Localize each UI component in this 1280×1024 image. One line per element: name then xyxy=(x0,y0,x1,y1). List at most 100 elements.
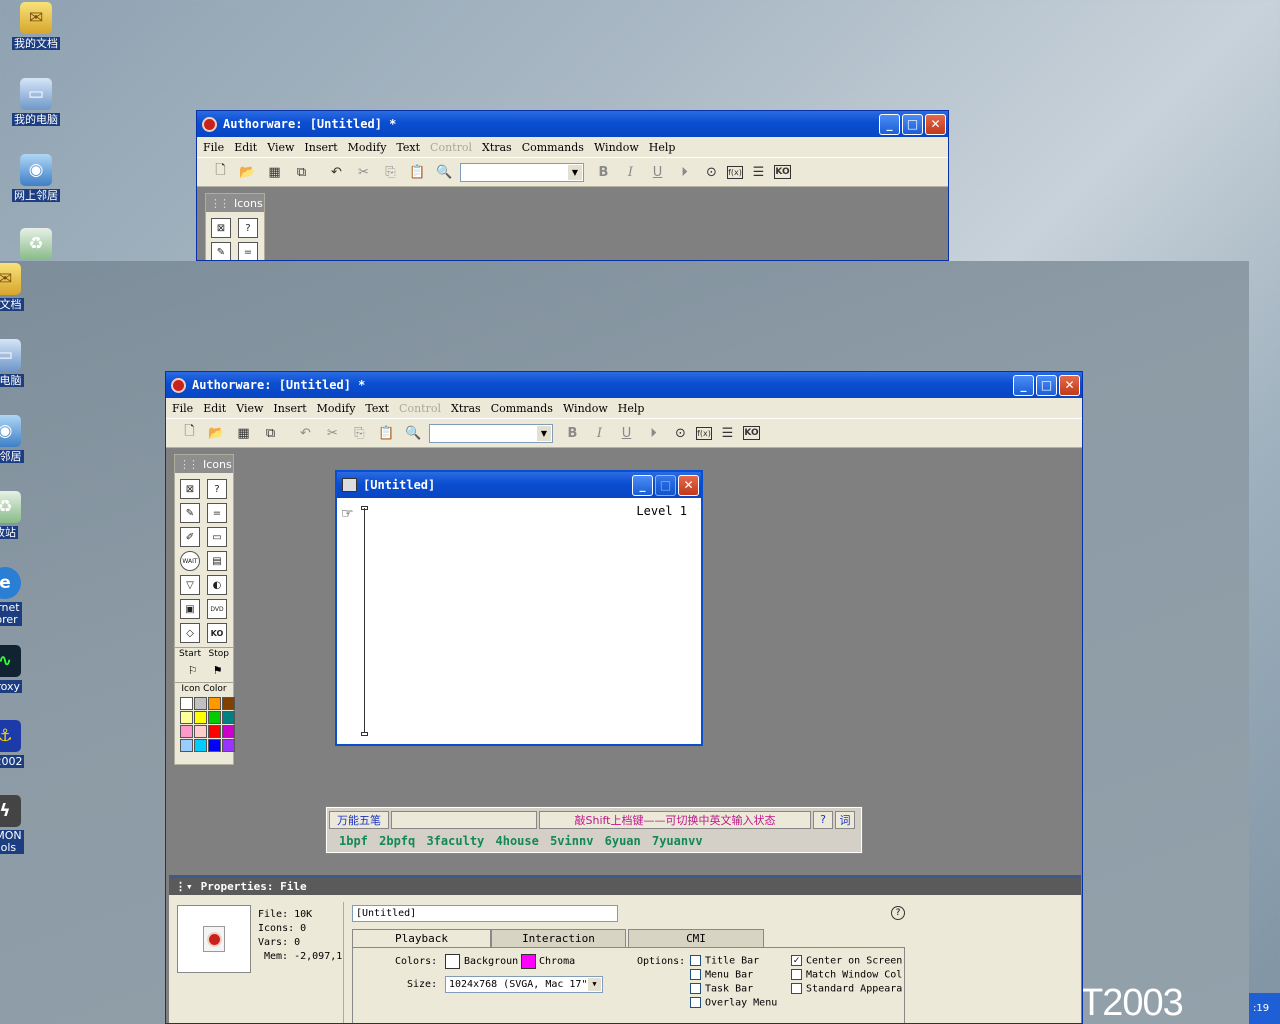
tab-cmi[interactable]: CMI xyxy=(628,929,764,947)
desktop-icon-my-documents-shifted[interactable]: ✉ 的文档 xyxy=(0,263,40,311)
icon-color-swatch[interactable] xyxy=(194,739,207,752)
calculation-icon[interactable]: = xyxy=(207,503,227,523)
display-icon[interactable]: ⊠ xyxy=(211,218,231,238)
control-panel-icon[interactable]: ⊙ xyxy=(700,161,723,183)
font-style-combo[interactable] xyxy=(460,162,584,182)
map-icon[interactable]: ▭ xyxy=(207,527,227,547)
icon-color-swatch[interactable] xyxy=(194,697,207,710)
knowledge-objects-icon[interactable]: KO xyxy=(774,165,791,179)
menu-xtras[interactable]: Xtras xyxy=(451,402,481,415)
checkbox[interactable] xyxy=(690,997,701,1008)
video-icon[interactable]: DVD xyxy=(207,599,227,619)
sound-icon[interactable]: ◐ xyxy=(207,575,227,595)
menu-window[interactable]: Window xyxy=(563,402,608,415)
menu-commands[interactable]: Commands xyxy=(522,141,584,154)
display-icon[interactable]: ⊠ xyxy=(180,479,200,499)
cut-icon[interactable]: ✂ xyxy=(321,422,344,444)
minimize-button[interactable]: _ xyxy=(1013,374,1034,396)
underline-button[interactable]: U xyxy=(615,422,638,444)
file-title-input[interactable]: [Untitled] xyxy=(352,905,618,922)
bold-button[interactable]: B xyxy=(592,161,615,183)
size-dropdown-arrow-icon[interactable]: ▼ xyxy=(588,978,601,991)
authorware-window-back[interactable]: Authorware: [Untitled] * _ □ ✕ File Edit… xyxy=(196,110,949,261)
variables-icon[interactable]: ☰ xyxy=(716,422,739,444)
menu-window[interactable]: Window xyxy=(594,141,639,154)
icon-color-swatch[interactable] xyxy=(222,697,235,710)
palette-header[interactable]: ⋮⋮ Icons xyxy=(175,455,233,473)
design-close-button[interactable]: ✕ xyxy=(678,474,699,496)
icon-color-swatch[interactable] xyxy=(208,711,221,724)
desktop-icon-internet-explorer[interactable]: e ernetlorer xyxy=(0,567,40,626)
desktop-icon-network-shifted[interactable]: ◉ 上邻居 xyxy=(0,415,40,463)
calculation-icon[interactable]: = xyxy=(238,242,258,260)
menu-xtras[interactable]: Xtras xyxy=(482,141,512,154)
tab-interaction[interactable]: Interaction xyxy=(491,929,626,947)
close-button[interactable]: ✕ xyxy=(1059,374,1080,396)
menu-modify[interactable]: Modify xyxy=(317,402,356,415)
new-file-icon[interactable]: 🗋 xyxy=(178,422,201,444)
menu-view[interactable]: View xyxy=(267,141,294,154)
desktop-icon-daemon-tools[interactable]: ϟ EMONools xyxy=(0,795,40,854)
desktop-icon-my-documents[interactable]: ✉ 我的文档 xyxy=(1,2,71,50)
icon-color-swatch[interactable] xyxy=(180,711,193,724)
find-icon[interactable]: 🔍 xyxy=(433,161,456,183)
undo-icon[interactable]: ↶ xyxy=(325,161,348,183)
menu-text[interactable]: Text xyxy=(365,402,389,415)
italic-button[interactable]: I xyxy=(619,161,642,183)
maximize-button[interactable]: □ xyxy=(1036,374,1057,396)
desktop-icon-proxy[interactable]: ∿ Proxy xyxy=(0,645,40,693)
menu-edit[interactable]: Edit xyxy=(234,141,257,154)
ime-candidates[interactable]: 1bpf 2bpfq 3faculty 4house 5vinnv 6yuan … xyxy=(327,831,861,851)
knowledge-object-icon[interactable]: KO xyxy=(207,623,227,643)
desktop-icon-my-computer-shifted[interactable]: ▭ 的电脑 xyxy=(0,339,40,387)
option-task-bar[interactable]: Task Bar xyxy=(690,983,802,995)
background-color-swatch[interactable] xyxy=(445,954,460,969)
functions-icon[interactable]: f(x) xyxy=(727,165,743,179)
stop-flag-icon[interactable]: ⚑ xyxy=(208,663,227,677)
authorware-window[interactable]: Authorware: [Untitled] * _ □ ✕ File Edit… xyxy=(165,371,1083,1024)
start-flag-icon[interactable]: ⚐ xyxy=(183,663,202,677)
menu-commands[interactable]: Commands xyxy=(491,402,553,415)
wait-icon[interactable]: WAIT xyxy=(180,551,200,571)
italic-button[interactable]: I xyxy=(588,422,611,444)
underline-button[interactable]: U xyxy=(646,161,669,183)
menu-help[interactable]: Help xyxy=(618,402,645,415)
paste-hand-icon[interactable]: ☞ xyxy=(341,506,354,522)
icon-color-swatch[interactable] xyxy=(208,697,221,710)
paste-icon[interactable]: 📋 xyxy=(406,161,429,183)
open-file-icon[interactable]: 📂 xyxy=(236,161,259,183)
flowline[interactable] xyxy=(364,508,365,734)
menu-view[interactable]: View xyxy=(236,402,263,415)
menu-modify[interactable]: Modify xyxy=(348,141,387,154)
decision-icon[interactable]: ◇ xyxy=(180,623,200,643)
checkbox[interactable] xyxy=(690,983,701,994)
maximize-button[interactable]: □ xyxy=(902,113,923,135)
variables-icon[interactable]: ☰ xyxy=(747,161,770,183)
design-window-title-bar[interactable]: [Untitled] _ □ ✕ xyxy=(337,472,701,498)
menu-text[interactable]: Text xyxy=(396,141,420,154)
copy-icon[interactable]: ⎘ xyxy=(379,161,402,183)
option-menu-bar[interactable]: Menu Bar xyxy=(690,969,802,981)
bold-button[interactable]: B xyxy=(561,422,584,444)
design-maximize-button[interactable]: □ xyxy=(655,474,676,496)
icon-color-swatch[interactable] xyxy=(208,725,221,738)
checkbox[interactable] xyxy=(690,955,701,966)
checkbox[interactable] xyxy=(690,969,701,980)
desktop-icon-recycle-bin-shifted[interactable]: ♻ 收站 xyxy=(0,491,40,539)
paste-icon[interactable]: 📋 xyxy=(375,422,398,444)
new-file-icon[interactable]: 🗋 xyxy=(209,161,232,183)
motion-icon[interactable]: ✎ xyxy=(180,503,200,523)
icon-color-swatch[interactable] xyxy=(180,697,193,710)
navigate-icon[interactable]: ▽ xyxy=(180,575,200,595)
menu-insert[interactable]: Insert xyxy=(304,141,337,154)
framework-icon[interactable]: ▣ xyxy=(180,599,200,619)
desktop-icon-recycle-bin[interactable]: ♻ xyxy=(1,228,71,260)
properties-header[interactable]: ⋮▾ Properties: File xyxy=(169,878,1081,895)
restart-icon[interactable]: ⏵ xyxy=(673,161,696,183)
collapse-arrow-icon[interactable]: ⋮▾ xyxy=(175,880,193,893)
import-icon[interactable]: ⧉ xyxy=(290,161,313,183)
erase-icon[interactable]: ✐ xyxy=(180,527,200,547)
checkbox[interactable] xyxy=(791,969,802,980)
undo-icon[interactable]: ↶ xyxy=(294,422,317,444)
icon-color-swatch[interactable] xyxy=(180,739,193,752)
